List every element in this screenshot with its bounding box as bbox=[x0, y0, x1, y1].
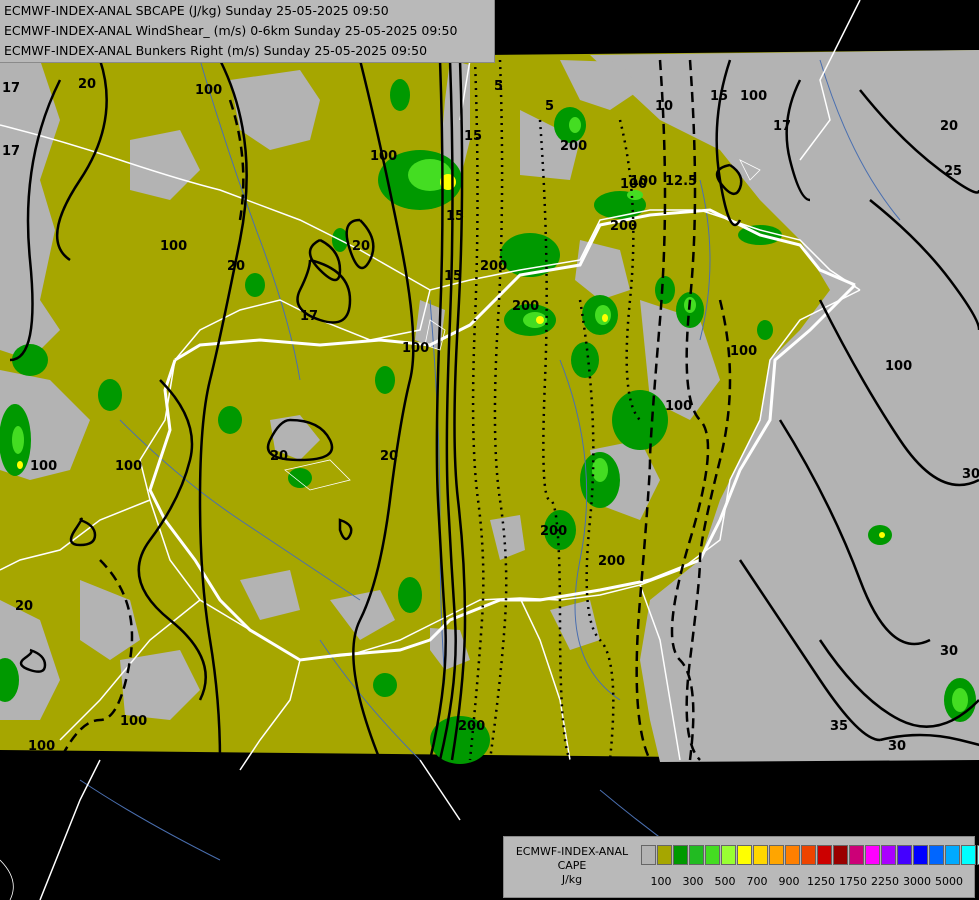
contour-label: 17 bbox=[2, 144, 20, 159]
legend-tick-label: 1250 bbox=[807, 875, 835, 888]
contour-label: 100 bbox=[740, 89, 767, 104]
legend-swatch bbox=[657, 845, 672, 865]
contour-label: 25 bbox=[944, 164, 962, 179]
cape-legend: ECMWF-INDEX-ANAL CAPE J/kg 100 300 500 700 9… bbox=[503, 836, 979, 898]
contour-label: 100 bbox=[402, 341, 429, 356]
contour-label: 20 bbox=[78, 77, 96, 92]
contour-label: 100 bbox=[160, 239, 187, 254]
legend-swatch bbox=[689, 845, 704, 865]
legend-tick-label: 100 bbox=[650, 875, 672, 888]
legend-swatch bbox=[801, 845, 816, 865]
legend-swatch bbox=[945, 845, 960, 865]
contour-label: 200 bbox=[480, 259, 507, 274]
legend-swatch bbox=[721, 845, 736, 865]
legend-swatch bbox=[673, 845, 688, 865]
contour-label: 17 bbox=[773, 119, 791, 134]
contour-label: 200 bbox=[610, 219, 637, 234]
contour-label: 5 bbox=[545, 99, 554, 114]
contour-label: 30 bbox=[940, 644, 958, 659]
legend-color-scale bbox=[641, 845, 979, 865]
contour-label: 100 bbox=[115, 459, 142, 474]
contour-label: 100 bbox=[195, 83, 222, 98]
legend-swatch bbox=[753, 845, 768, 865]
contour-label: 100 bbox=[885, 359, 912, 374]
legend-swatch bbox=[849, 845, 864, 865]
cape-windshear-map: 17 20 100 100 17 20 25 30 35 30 20 20 20… bbox=[0, 0, 979, 900]
legend-swatch bbox=[705, 845, 720, 865]
contour-label: 30 bbox=[962, 467, 979, 482]
legend-swatch bbox=[641, 845, 656, 865]
legend-swatch bbox=[769, 845, 784, 865]
legend-swatch bbox=[961, 845, 976, 865]
legend-tick-label: 3000 bbox=[903, 875, 931, 888]
legend-title: ECMWF-INDEX-ANAL CAPE J/kg bbox=[508, 845, 636, 887]
legend-tick-label: 700 bbox=[746, 875, 768, 888]
contour-label: 20 bbox=[227, 259, 245, 274]
contour-label: 17 bbox=[300, 309, 318, 324]
contour-label: 200 bbox=[598, 554, 625, 569]
contour-label: 200 bbox=[458, 719, 485, 734]
contour-label: 200 bbox=[560, 139, 587, 154]
contour-label: 17 bbox=[2, 81, 20, 96]
legend-title-model: ECMWF-INDEX-ANAL bbox=[515, 845, 629, 858]
contour-label: 5 bbox=[494, 79, 503, 94]
legend-swatch bbox=[913, 845, 928, 865]
legend-swatch bbox=[881, 845, 896, 865]
contour-label: 12.5 bbox=[665, 174, 697, 189]
contour-label: 15 bbox=[444, 269, 462, 284]
legend-swatch bbox=[785, 845, 800, 865]
legend-tick-labels: 100 300 500 700 900 1250 1750 2250 3000 5000 bbox=[641, 875, 971, 889]
contour-label: 30 bbox=[888, 739, 906, 754]
contour-label: 100 bbox=[630, 174, 657, 189]
legend-tick-label: 300 bbox=[682, 875, 704, 888]
contour-label: 20 bbox=[15, 599, 33, 614]
legend-swatch bbox=[737, 845, 752, 865]
contour-label: 100 bbox=[730, 344, 757, 359]
legend-swatch bbox=[833, 845, 848, 865]
legend-tick-label: 900 bbox=[778, 875, 800, 888]
legend-title-unit: J/kg bbox=[561, 873, 583, 886]
contour-label: 100 bbox=[30, 459, 57, 474]
legend-tick-label: 5000 bbox=[935, 875, 963, 888]
map-header: ECMWF-INDEX-ANAL SBCAPE (J/kg) Sunday 25… bbox=[0, 0, 495, 63]
legend-swatch bbox=[929, 845, 944, 865]
header-title-windshear: ECMWF-INDEX-ANAL WindShear_ (m/s) 0-6km … bbox=[4, 23, 458, 38]
contour-label: 20 bbox=[380, 449, 398, 464]
contour-label: 200 bbox=[512, 299, 539, 314]
header-title-bunkers: ECMWF-INDEX-ANAL Bunkers Right (m/s) Sun… bbox=[4, 43, 428, 58]
legend-swatch bbox=[817, 845, 832, 865]
contour-label: 20 bbox=[270, 449, 288, 464]
contour-label: 10 bbox=[655, 99, 673, 114]
legend-tick-label: 500 bbox=[714, 875, 736, 888]
contour-label: 100 bbox=[665, 399, 692, 414]
legend-tick-label: 1750 bbox=[839, 875, 867, 888]
contour-label: 15 bbox=[446, 209, 464, 224]
weather-map: 17 20 100 100 17 20 25 30 35 30 20 20 20… bbox=[0, 0, 979, 900]
contour-label: 100 bbox=[28, 739, 55, 754]
contour-label: 200 bbox=[540, 524, 567, 539]
contour-label: 100 bbox=[120, 714, 147, 729]
contour-label: 15 bbox=[464, 129, 482, 144]
legend-title-variable: CAPE bbox=[557, 859, 587, 872]
contour-label: 100 bbox=[370, 149, 397, 164]
legend-tick-label: 2250 bbox=[871, 875, 899, 888]
contour-label: 35 bbox=[830, 719, 848, 734]
contour-label: 15 bbox=[710, 89, 728, 104]
contour-label: 20 bbox=[940, 119, 958, 134]
header-title-cape: ECMWF-INDEX-ANAL SBCAPE (J/kg) Sunday 25… bbox=[4, 3, 389, 18]
legend-swatch bbox=[897, 845, 912, 865]
legend-swatch bbox=[865, 845, 880, 865]
contour-label: 20 bbox=[352, 239, 370, 254]
